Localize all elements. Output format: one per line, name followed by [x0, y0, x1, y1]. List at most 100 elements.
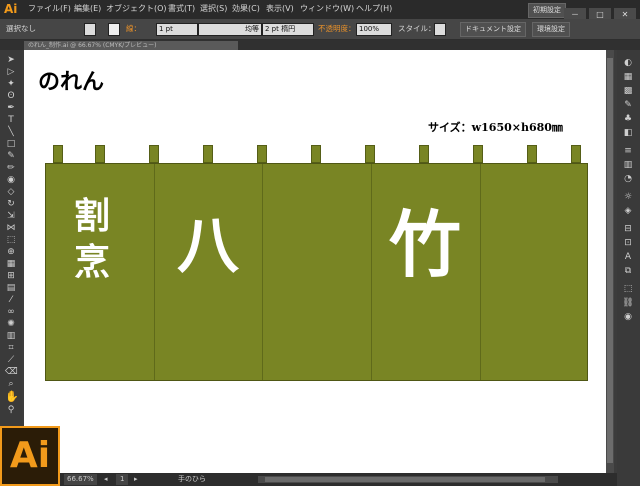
blend-tool-icon[interactable]: ∞: [5, 308, 17, 317]
artboard-prev-icon[interactable]: ◂: [104, 474, 108, 485]
opacity-field[interactable]: 100%: [356, 23, 392, 36]
symbols-panel-icon[interactable]: ♣: [622, 114, 634, 124]
graphic-styles-panel-icon[interactable]: ◧: [622, 128, 634, 138]
artboards-panel-icon[interactable]: ⬚: [622, 284, 634, 294]
align-panel-icon[interactable]: ⊟: [622, 224, 634, 234]
menu-file[interactable]: ファイル(F): [28, 3, 71, 14]
perspective-grid-tool-icon[interactable]: ▦: [5, 260, 17, 269]
zoom-tool-icon[interactable]: ⌕: [5, 380, 17, 389]
paintbrush-tool-icon[interactable]: ✎: [5, 152, 17, 161]
eyedropper-tool-icon[interactable]: ⁄: [5, 296, 17, 305]
noren-loop: [473, 145, 483, 163]
noren-loop: [365, 145, 375, 163]
noren-panel: 割 烹 八 竹: [45, 163, 588, 381]
type-tool-icon[interactable]: T: [5, 116, 17, 125]
stroke-weight-field[interactable]: 1 pt: [156, 23, 198, 36]
color-panel-icon[interactable]: ◐: [622, 58, 634, 68]
transform-panel-icon[interactable]: ⊡: [622, 238, 634, 248]
artboard-number[interactable]: 1: [116, 474, 129, 485]
horizontal-scrollbar-thumb[interactable]: [265, 477, 545, 482]
pen-tool-icon[interactable]: ✒: [5, 104, 17, 113]
menu-type[interactable]: 書式(T): [168, 3, 195, 14]
menu-help[interactable]: ヘルプ(H): [356, 3, 392, 14]
brushes-panel-icon[interactable]: ✎: [622, 100, 634, 110]
graphic-style-swatch[interactable]: [434, 23, 446, 36]
artwork-title: のれん: [38, 69, 105, 95]
magic-wand-tool-icon[interactable]: ✦: [5, 80, 17, 89]
preferences-button[interactable]: 環境設定: [532, 22, 570, 37]
gradient-panel-icon[interactable]: ▥: [622, 160, 634, 170]
mesh-tool-icon[interactable]: ⊞: [5, 272, 17, 281]
transparency-panel-icon[interactable]: ◔: [622, 174, 634, 184]
scale-tool-icon[interactable]: ⇲: [5, 212, 17, 221]
artboard-canvas[interactable]: のれん サイズ：w1650×h680㎜ 割 烹 八 竹: [24, 50, 606, 473]
rectangle-tool-icon[interactable]: □: [5, 140, 17, 149]
blob-brush-tool-icon[interactable]: ◉: [5, 176, 17, 185]
navigator-panel-icon[interactable]: ◉: [622, 312, 634, 322]
vertical-text-char-1: 割: [74, 195, 111, 237]
menu-window[interactable]: ウィンドウ(W): [300, 3, 354, 14]
noren-loop: [419, 145, 429, 163]
eraser-tool-2-icon[interactable]: ⌫: [5, 368, 18, 377]
pencil-tool-icon[interactable]: ✏: [5, 164, 17, 173]
eraser-tool-icon[interactable]: ◇: [5, 188, 17, 197]
swatches-panel-icon[interactable]: ▩: [622, 86, 634, 96]
opacity-label[interactable]: 不透明度：: [318, 23, 356, 35]
zoom-level[interactable]: 66.67%: [64, 474, 97, 485]
menu-bar: Ai ファイル(F) 編集(E) オブジェクト(O) 書式(T) 選択(S) 効…: [0, 0, 640, 22]
noren-loop: [527, 145, 537, 163]
menu-effect[interactable]: 効果(C): [232, 3, 260, 14]
width-tool-icon[interactable]: ⋈: [5, 224, 17, 233]
brush-definition[interactable]: 2 pt 楕円: [262, 23, 314, 36]
fill-swatch[interactable]: [84, 23, 96, 36]
tools-panel: ➤ ▷ ✦ ʘ ✒ T ╲ □ ✎ ✏ ◉ ◇ ↻ ⇲ ⋈ ⬚ ⊕ ▦ ⊞ ▤ …: [0, 50, 22, 486]
stroke-swatch[interactable]: [108, 23, 120, 36]
menu-view[interactable]: 表示(V): [266, 3, 294, 14]
column-graph-tool-icon[interactable]: ▥: [5, 332, 17, 341]
shape-builder-tool-icon[interactable]: ⊕: [5, 248, 17, 257]
document-setup-button[interactable]: ドキュメント設定: [460, 22, 526, 37]
rotate-tool-icon[interactable]: ↻: [5, 200, 17, 209]
noren-text-1: 八: [176, 209, 239, 282]
illustrator-logo: Ai: [0, 426, 60, 486]
selection-status: 選択なし: [6, 24, 36, 33]
color-guide-panel-icon[interactable]: ▦: [622, 72, 634, 82]
artboard-tool-icon[interactable]: ⌗: [5, 344, 17, 353]
stroke-panel-icon[interactable]: ≡: [622, 146, 634, 156]
document-tab[interactable]: のれん_制作.ai @ 66.67% (CMYK/プレビュー): [24, 41, 238, 50]
appearance-panel-icon[interactable]: ☼: [622, 192, 634, 202]
line-tool-icon[interactable]: ╲: [5, 128, 17, 137]
noren-loop: [311, 145, 321, 163]
variable-width-profile[interactable]: 均等: [198, 23, 262, 36]
zoom-tool-2-icon[interactable]: ⚲: [5, 406, 17, 415]
lasso-tool-icon[interactable]: ʘ: [5, 92, 17, 101]
selection-tool-icon[interactable]: ➤: [5, 56, 17, 65]
vertical-scrollbar-thumb[interactable]: [607, 58, 613, 463]
current-tool-name: 手のひら: [178, 475, 206, 483]
hand-tool-icon[interactable]: ✋: [5, 391, 19, 402]
panel-seam: [262, 164, 263, 380]
menu-object[interactable]: オブジェクト(O): [106, 3, 167, 14]
vertical-text-char-2: 烹: [74, 241, 111, 283]
noren-curtain-artwork[interactable]: 割 烹 八 竹: [45, 145, 588, 381]
artboard-next-icon[interactable]: ▸: [134, 474, 138, 485]
size-label: サイズ：w1650×h680㎜: [428, 121, 563, 134]
free-transform-tool-icon[interactable]: ⬚: [5, 236, 17, 245]
layers-panel-icon[interactable]: ◈: [622, 206, 634, 216]
app-logo-small: Ai: [4, 2, 18, 16]
noren-loop: [257, 145, 267, 163]
menu-edit[interactable]: 編集(E): [74, 3, 101, 14]
noren-loop: [95, 145, 105, 163]
noren-loop: [203, 145, 213, 163]
slice-tool-icon[interactable]: ⟋: [5, 356, 17, 365]
menu-select[interactable]: 選択(S): [200, 3, 227, 14]
direct-selection-tool-icon[interactable]: ▷: [5, 68, 17, 77]
links-panel-icon[interactable]: ⛓: [622, 298, 634, 308]
pathfinder-panel-icon[interactable]: ⧉: [622, 266, 634, 276]
gradient-tool-icon[interactable]: ▤: [5, 284, 17, 293]
character-panel-icon[interactable]: A: [622, 252, 634, 262]
control-bar: 選択なし 線： 1 pt 均等 2 pt 楕円 不透明度： 100% スタイル：…: [0, 19, 640, 40]
symbol-sprayer-tool-icon[interactable]: ✺: [5, 320, 17, 329]
stroke-label[interactable]: 線：: [126, 23, 141, 35]
noren-loop: [53, 145, 63, 163]
